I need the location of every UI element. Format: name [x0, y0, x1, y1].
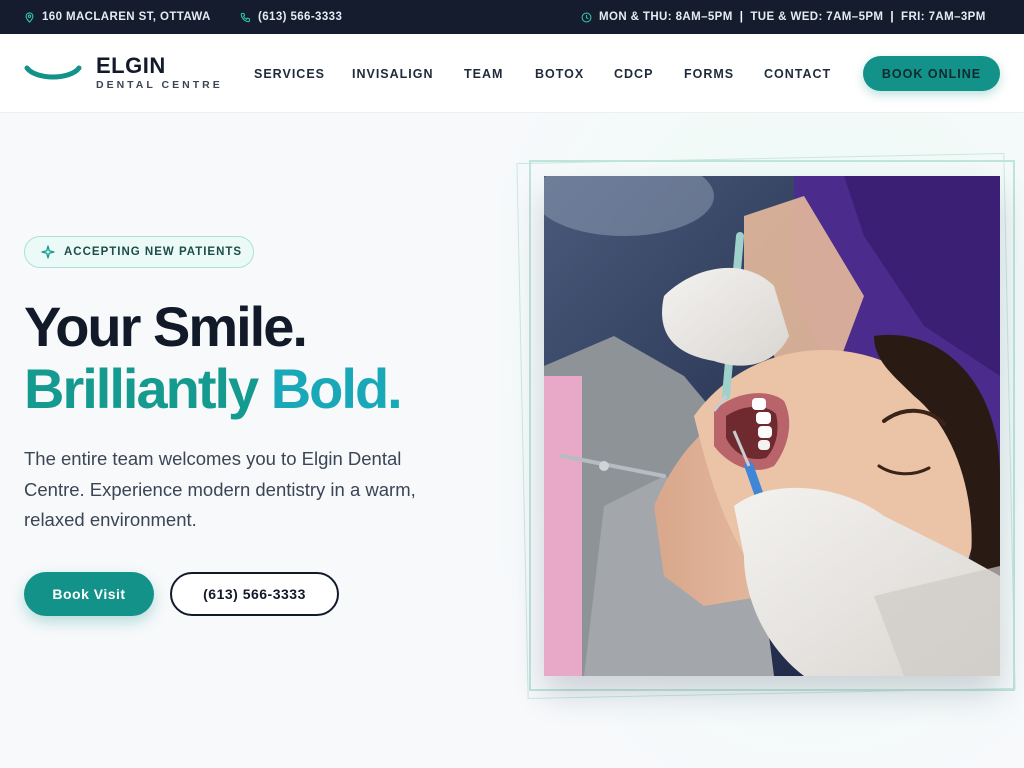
nav-team[interactable]: TEAM: [464, 34, 503, 113]
phone-text: (613) 566-3333: [258, 11, 343, 23]
phone-info[interactable]: (613) 566-3333: [240, 0, 342, 34]
hero-photo-dental-exam: [544, 176, 1000, 676]
map-pin-icon: [25, 11, 34, 23]
clock-icon: [581, 12, 592, 22]
logo-subtitle: DENTAL CENTRE: [96, 79, 223, 91]
hero-headline-line2: Brilliantly Bold.: [24, 356, 403, 422]
badge-label: ACCEPTING NEW PATIENTS: [64, 246, 243, 258]
headline-text-1: Your Smile: [24, 295, 294, 358]
nav-forms[interactable]: FORMS: [684, 34, 734, 113]
hours-separator: |: [739, 11, 744, 23]
dental-exam-illustration: [544, 176, 1000, 676]
headline-text-2a: Brilliantly: [24, 357, 259, 420]
nav-cdcp[interactable]: CDCP: [614, 34, 653, 113]
hours-mon-thu: MON & THU: 8AM–5PM: [599, 11, 733, 23]
nav-invisalign[interactable]: INVISALIGN: [352, 34, 434, 113]
top-info-bar: 160 MACLAREN ST, OTTAWA (613) 566-3333 M…: [0, 0, 1024, 34]
nav-services[interactable]: SERVICES: [254, 34, 325, 113]
logo-name: ELGIN: [96, 53, 166, 78]
logo[interactable]: ELGIN DENTAL CENTRE: [24, 54, 234, 94]
hours-fri: FRI: 7AM–3PM: [901, 11, 986, 23]
hours-info: MON & THU: 8AM–5PM | TUE & WED: 7AM–5PM …: [581, 0, 986, 34]
address-text: 160 MACLAREN ST, OTTAWA: [42, 11, 211, 23]
headline-dot: .: [292, 295, 308, 358]
hours-tue-wed: TUE & WED: 7AM–5PM: [750, 11, 884, 23]
book-visit-button[interactable]: Book Visit: [24, 572, 154, 616]
new-patients-badge: ACCEPTING NEW PATIENTS: [24, 236, 254, 268]
nav-botox[interactable]: BOTOX: [535, 34, 584, 113]
address-info[interactable]: 160 MACLAREN ST, OTTAWA: [24, 0, 211, 34]
book-online-button[interactable]: BOOK ONLINE: [863, 56, 1000, 91]
nav-contact[interactable]: CONTACT: [764, 34, 831, 113]
phone-icon: [240, 12, 250, 22]
sparkle-icon: [41, 245, 55, 259]
hours-separator: |: [890, 11, 895, 23]
smile-logo-icon: [24, 65, 82, 80]
site-header: ELGIN DENTAL CENTRE SERVICES INVISALIGN …: [0, 34, 1024, 113]
headline-dot-2: .: [387, 357, 403, 420]
hero-lead-text: The entire team welcomes you to Elgin De…: [24, 448, 416, 530]
hero-headline-line1: Your Smile.: [24, 294, 308, 360]
call-phone-button[interactable]: (613) 566-3333: [170, 572, 339, 616]
headline-text-2b: Bold: [270, 357, 389, 420]
